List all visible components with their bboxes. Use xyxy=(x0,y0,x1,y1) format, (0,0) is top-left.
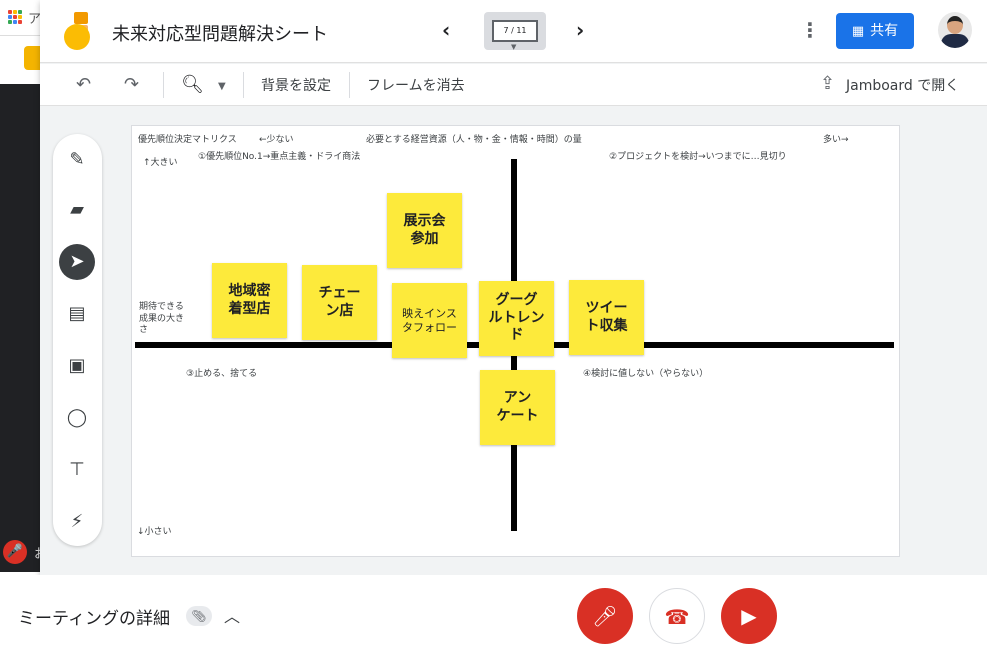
camera-off-button[interactable]: ▶︎ xyxy=(721,588,777,644)
pen-icon[interactable]: ✎ xyxy=(59,142,95,178)
text-box-icon[interactable]: ⊤ xyxy=(59,452,95,488)
axis-label-less: ←少ない xyxy=(259,135,294,145)
jam-title[interactable]: 未来対応型問題解決シート xyxy=(112,20,328,46)
prev-frame-icon[interactable]: ‹ xyxy=(442,18,450,42)
chevron-down-icon: ▼ xyxy=(511,43,517,51)
meeting-details-button[interactable]: ミーティングの詳細 xyxy=(18,604,170,629)
axis-label-large: ↑大きい xyxy=(143,158,178,168)
sticky-note[interactable]: 展示会 参加 xyxy=(387,193,462,268)
quadrant-1-label: ①優先順位No.1→重点主義・ドライ商法 xyxy=(198,152,361,162)
redo-icon[interactable]: ↷ xyxy=(124,74,139,95)
participant-tile xyxy=(0,84,40,572)
select-pointer-icon[interactable]: ➤ xyxy=(59,244,95,280)
zoom-icon[interactable]: 🔍︎ xyxy=(181,74,204,95)
divider xyxy=(163,72,164,98)
image-icon[interactable]: ▣ xyxy=(59,348,95,384)
sticky-note[interactable]: チェー ン店 xyxy=(302,265,377,340)
axis-label-resources: 必要とする経営資源（人・物・金・情報・時間）の量 xyxy=(366,135,582,145)
sticky-note[interactable]: アン ケート xyxy=(480,370,555,445)
share-button[interactable]: ▦ 共有 xyxy=(836,13,914,49)
avatar[interactable] xyxy=(938,12,972,48)
sticky-note[interactable]: グーグ ルトレン ド xyxy=(479,281,554,356)
mic-off-button[interactable]: 🎤︎ xyxy=(577,588,633,644)
undo-icon[interactable]: ↶ xyxy=(76,74,91,95)
participant-muted-icon: 🎤 xyxy=(3,540,27,564)
axis-label-expected: 期待できる 成果の大き さ xyxy=(139,302,185,336)
hang-up-button[interactable]: ☎︎ xyxy=(649,588,705,644)
share-label: 共有 xyxy=(870,23,899,39)
reaction-thumbs-icon xyxy=(24,46,40,70)
laser-icon[interactable]: ⚡ xyxy=(59,504,95,540)
sticky-note-icon[interactable]: ▤ xyxy=(59,296,95,332)
sticky-note[interactable]: 地域密 着型店 xyxy=(212,263,287,338)
sticky-note[interactable]: ツイー ト収集 xyxy=(569,280,644,355)
divider xyxy=(349,72,350,98)
set-background-button[interactable]: 背景を設定 xyxy=(261,75,331,95)
browser-toolbar: ア xyxy=(0,0,41,36)
whiteboard-canvas[interactable]: 優先順位決定マトリクス ←少ない 必要とする経営資源（人・物・金・情報・時間）の… xyxy=(131,125,900,557)
jamboard-logo xyxy=(64,12,92,50)
divider xyxy=(243,72,244,98)
clear-frame-button[interactable]: フレームを消去 xyxy=(367,75,465,95)
quadrant-3-label: ③止める、捨てる xyxy=(186,369,258,379)
frame-counter-label: 7 / 11 xyxy=(492,20,538,42)
next-frame-icon[interactable]: › xyxy=(576,18,584,42)
shape-circle-icon[interactable]: ◯ xyxy=(59,400,95,436)
building-icon: ▦ xyxy=(851,24,865,39)
chevron-up-icon[interactable]: ︿ xyxy=(224,603,240,627)
jamboard-toolbar: ↶ ↷ 🔍︎ ▼ 背景を設定 フレームを消去 ⇪ Jamboard で開く xyxy=(40,64,987,106)
open-external-icon[interactable]: ⇪ xyxy=(820,73,835,94)
quadrant-4-label: ④検討に値しない（やらない） xyxy=(583,369,709,379)
frame-bar-toggle[interactable]: 7 / 11 ▼ xyxy=(484,12,546,51)
meet-controls-bar: ミーティングの詳細 📎︎ ︿ 🎤︎ ☎︎ ▶︎ xyxy=(0,575,987,652)
apps-grid-icon[interactable] xyxy=(8,10,22,24)
quadrant-2-label: ②プロジェクトを検討→いつまでに…見切り xyxy=(609,152,787,162)
tool-panel: ✎ ▰ ➤ ▤ ▣ ◯ ⊤ ⚡ xyxy=(53,134,102,546)
axis-label-more: 多い→ xyxy=(823,135,849,145)
matrix-title: 優先順位決定マトリクス xyxy=(138,135,237,145)
more-options-icon[interactable]: ⋮ xyxy=(800,18,820,42)
jamboard-window: 未来対応型問題解決シート ‹ 7 / 11 ▼ › ⋮ ▦ 共有 ↶ ↷ 🔍︎ ▼… xyxy=(40,0,987,575)
axis-label-small: ↓小さい xyxy=(137,527,172,537)
attachment-icon[interactable]: 📎︎ xyxy=(186,606,212,626)
jamboard-header: 未来対応型問題解決シート ‹ 7 / 11 ▼ › ⋮ ▦ 共有 xyxy=(40,0,987,63)
zoom-dropdown-icon[interactable]: ▼ xyxy=(218,81,226,92)
eraser-icon[interactable]: ▰ xyxy=(59,192,95,228)
sticky-note[interactable]: 映えインス タフォロー xyxy=(392,283,467,358)
open-in-jamboard-button[interactable]: Jamboard で開く xyxy=(846,75,959,95)
